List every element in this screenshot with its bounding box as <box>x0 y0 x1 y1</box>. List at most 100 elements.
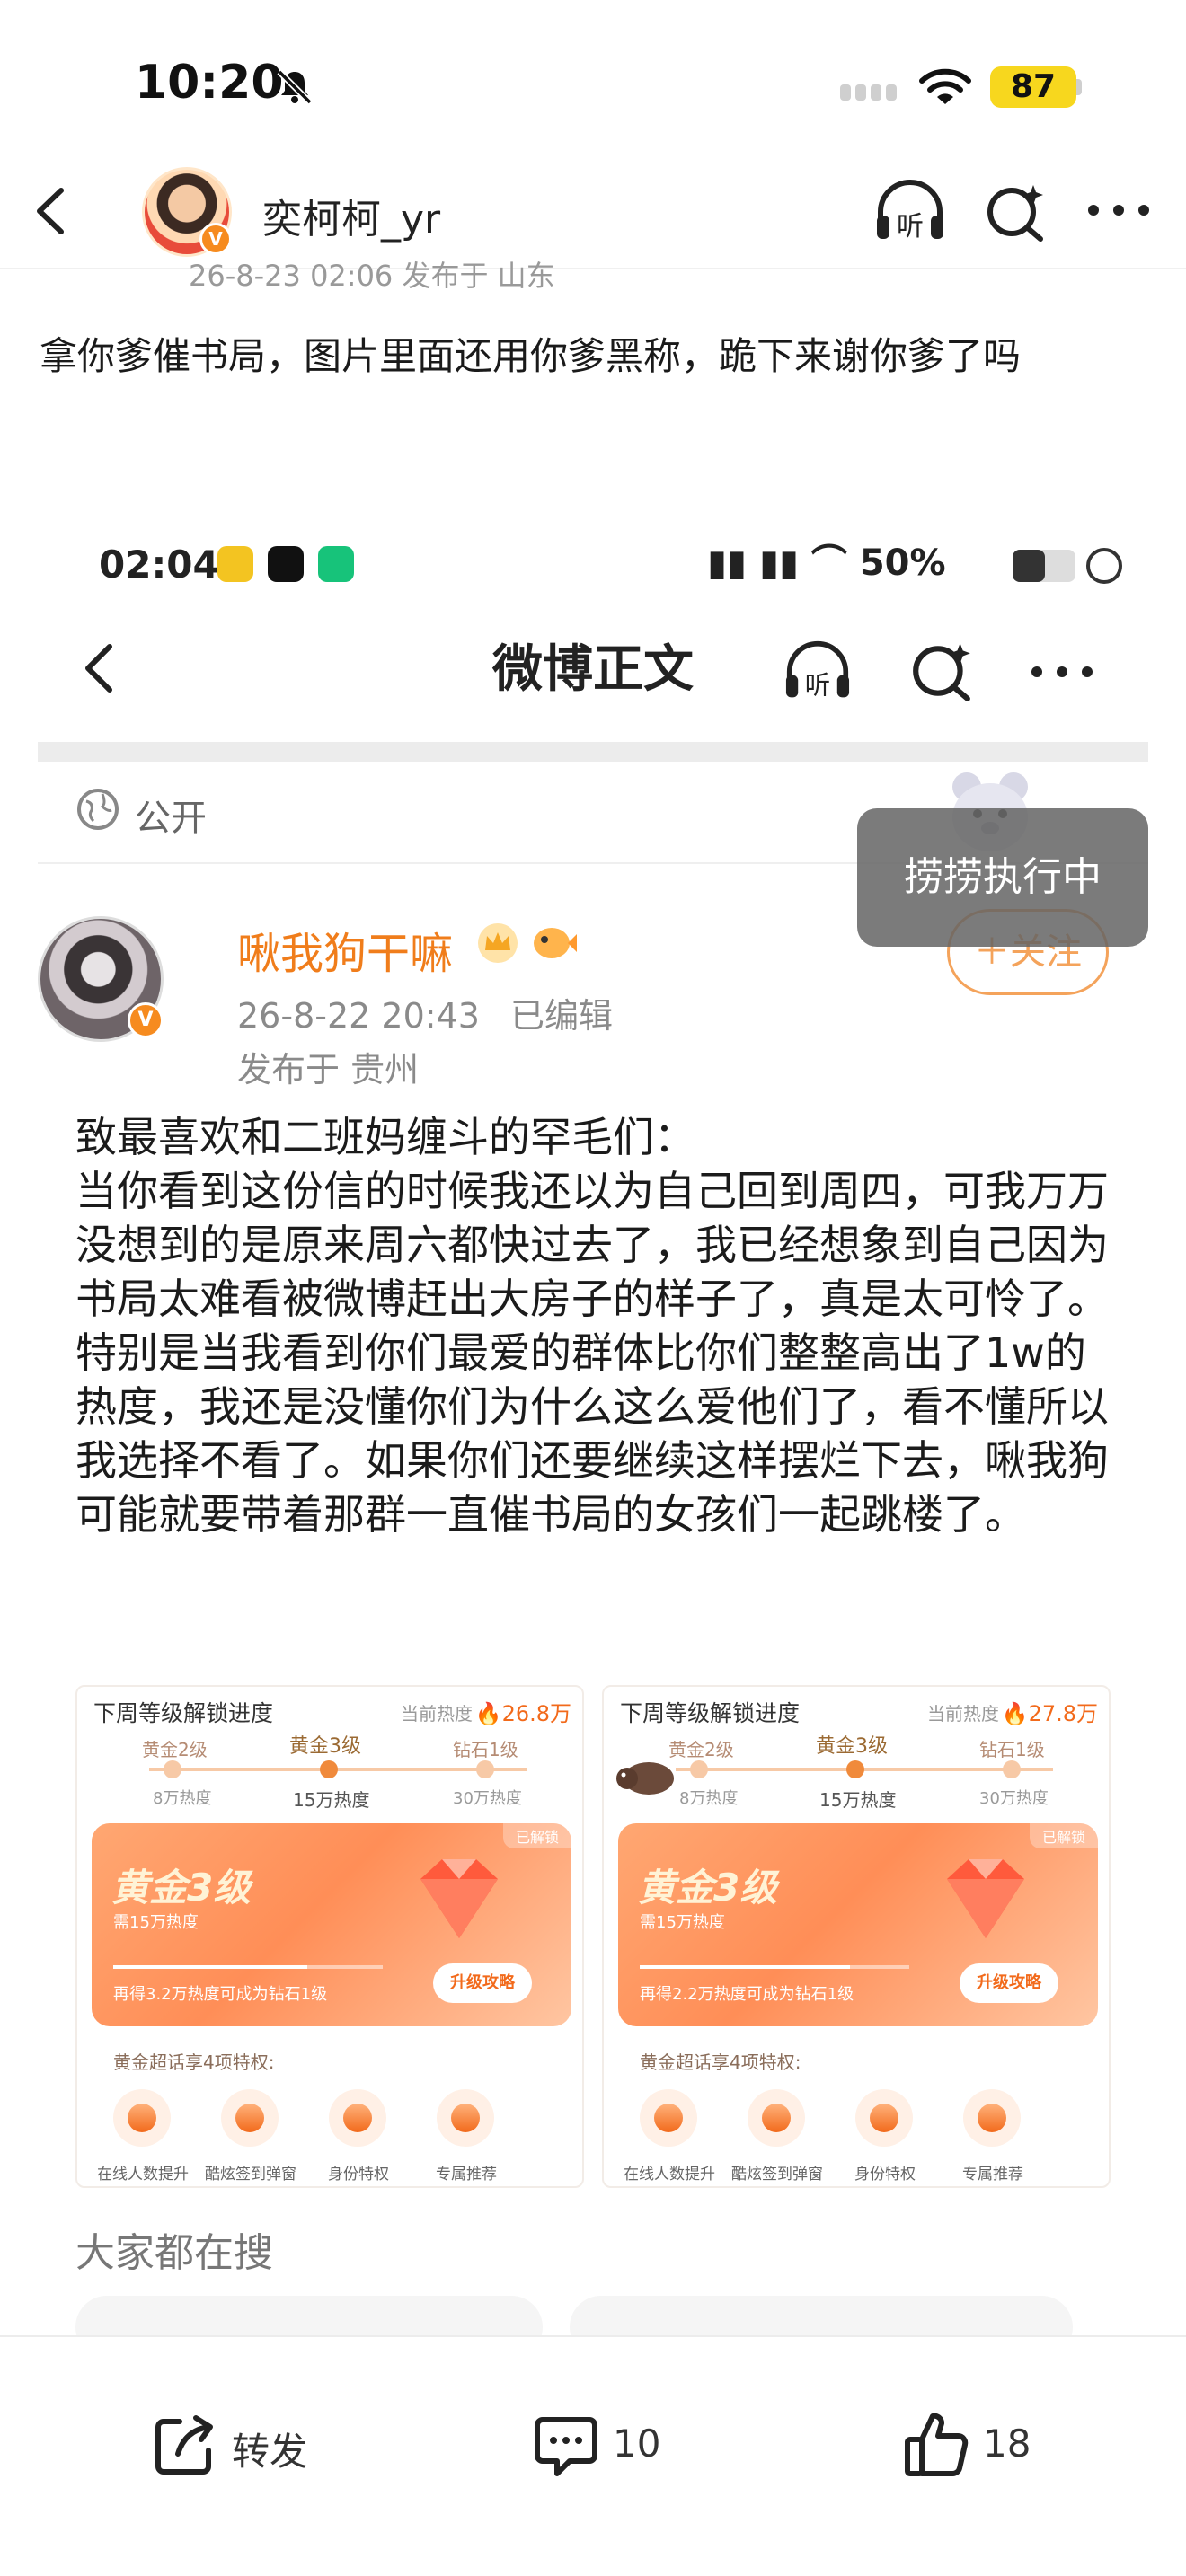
repost-icon <box>155 2415 213 2475</box>
tier-label: 钻石1级 <box>453 1739 518 1760</box>
like-count: 18 <box>983 2422 1031 2466</box>
card-title: 下周等级解锁进度 <box>93 1700 274 1726</box>
level-name: 黄金3级 <box>638 1866 778 1910</box>
level-requirement: 需15万热度 <box>113 1913 199 1932</box>
tier-label: 黄金3级 <box>289 1735 361 1758</box>
tier-node <box>1003 1760 1021 1778</box>
card-heat-value: 🔥27.8万 <box>1001 1701 1098 1726</box>
tier-label: 黄金2级 <box>668 1739 734 1760</box>
svg-text:听: 听 <box>897 211 924 243</box>
repost-label: 转发 <box>232 2430 308 2474</box>
bell-off-icon <box>277 69 313 105</box>
toast-message: 捞捞执行中 <box>857 808 1148 947</box>
perk-label: 身份特权 <box>854 2166 916 2183</box>
tier-req: 15万热度 <box>819 1789 897 1811</box>
svg-text:▮▮ ▮▮ ⌒ 50%: ▮▮ ▮▮ ⌒ 50% <box>707 543 946 584</box>
svg-text:听: 听 <box>805 671 830 701</box>
screenshot-separator <box>38 742 1148 762</box>
perk-title: 黄金超话享4项特权: <box>640 2051 801 2073</box>
wifi-icon <box>919 68 971 104</box>
diamond-gem-icon <box>420 1859 498 1938</box>
visibility-label: 公开 <box>135 798 207 839</box>
perk-label: 酷炫签到弹窗 <box>731 2166 823 2183</box>
tier-node-current <box>320 1760 338 1778</box>
verified-badge-icon: V <box>199 223 232 255</box>
comment-icon <box>535 2417 597 2476</box>
back-arrow-icon[interactable] <box>23 180 77 243</box>
more-options-icon[interactable] <box>1083 192 1155 228</box>
unlocked-tag: 已解锁 <box>1029 1823 1098 1848</box>
post-location: 发布于 贵州 <box>237 1050 420 1090</box>
trending-search-chip <box>570 2296 1073 2335</box>
top-nav-bar: V 奕柯柯_yr 听 <box>0 153 1186 269</box>
perk-identity-icon <box>329 2089 386 2147</box>
tier-track <box>676 1768 1053 1771</box>
screenshot-back-icon <box>85 644 112 693</box>
search-icon[interactable] <box>983 181 1048 244</box>
perk-identity-icon <box>855 2089 913 2147</box>
signal-icon <box>840 84 897 101</box>
post-text: 拿你爹催书局，图片里面还用你爹黑称，跪下来谢你爹了吗 <box>40 334 1022 378</box>
thumbs-up-icon <box>905 2413 969 2476</box>
post-edited-label: 已编辑 <box>510 996 614 1036</box>
progress-fill <box>640 1965 850 1969</box>
globe-icon <box>77 789 119 830</box>
perk-checkin-icon <box>748 2089 805 2147</box>
upgrade-guide-button: 升级攻略 <box>960 1963 1058 2003</box>
trending-search-chip <box>75 2296 543 2335</box>
screenshot-search-icon <box>913 643 970 701</box>
level-requirement: 需15万热度 <box>640 1913 725 1932</box>
bottom-action-bar: 转发 10 18 <box>0 2335 1186 2576</box>
progress-bar <box>113 1965 383 1969</box>
level-card-1: 下周等级解锁进度 当前热度 🔥26.8万 黄金2级 黄金3级 钻石1级 8万热度… <box>75 1685 584 2188</box>
repost-button[interactable]: 转发 <box>149 2405 365 2486</box>
screenshot-page-title: 微博正文 <box>492 640 694 699</box>
tier-node <box>476 1760 494 1778</box>
screenshot-status-icons: ▮▮ ▮▮ ⌒ 50% <box>707 543 1122 584</box>
card-heat-value: 🔥26.8万 <box>474 1701 571 1726</box>
unlocked-tag: 已解锁 <box>502 1823 571 1848</box>
comment-count: 10 <box>613 2422 661 2466</box>
post-date: 26-8-22 20:43 已编辑 <box>237 988 613 1037</box>
tiktok-app-icon <box>268 546 304 582</box>
level-name: 黄金3级 <box>111 1866 252 1910</box>
tier-req: 15万热度 <box>293 1789 370 1811</box>
tier-node-current <box>846 1760 864 1778</box>
battery-tip <box>1076 79 1082 95</box>
progress-fill <box>113 1965 307 1969</box>
progress-text: 再得3.2万热度可成为钻石1级 <box>113 1985 328 2004</box>
tier-req: 8万热度 <box>679 1789 739 1808</box>
comment-button[interactable]: 10 <box>530 2405 710 2486</box>
perk-online-icon <box>113 2089 171 2147</box>
status-bar: 10:20 87 <box>0 0 1186 153</box>
diamond-gem-icon <box>947 1859 1024 1938</box>
perk-checkin-icon <box>221 2089 279 2147</box>
perk-label: 身份特权 <box>328 2166 389 2183</box>
perk-label: 在线人数提升 <box>97 2166 189 2183</box>
card-heat-label: 当前热度 <box>401 1703 473 1725</box>
tier-label: 黄金3级 <box>816 1735 888 1758</box>
tier-label: 钻石1级 <box>979 1739 1045 1760</box>
post-date-value: 26-8-22 20:43 <box>237 996 480 1036</box>
trending-search-title: 大家都在搜 <box>75 2230 273 2276</box>
perk-recommend-icon <box>437 2089 494 2147</box>
perk-label: 在线人数提升 <box>624 2166 715 2183</box>
header-username[interactable]: 奕柯柯_yr <box>262 187 440 244</box>
progress-text: 再得2.2万热度可成为钻石1级 <box>640 1985 854 2004</box>
perk-title: 黄金超话享4项特权: <box>113 2051 275 2073</box>
embedded-screenshot[interactable]: 02:04 ▮▮ ▮▮ ⌒ 50% 微博正文 听 公开 V 啾我狗干嘛 26-8… <box>38 503 1148 2335</box>
level-panel: 已解锁 黄金3级 需15万热度 再得3.2万热度可成为钻石1级 升级攻略 <box>92 1823 571 2026</box>
listen-headphones-icon[interactable]: 听 <box>872 178 949 246</box>
like-button[interactable]: 18 <box>900 2405 1080 2486</box>
upgrade-guide-button: 升级攻略 <box>433 1963 532 2003</box>
post-body-text: 致最喜欢和二班妈缠斗的罕毛们： 当你看到这份信的时候我还以为自己回到周四，可我万… <box>75 1113 1109 1539</box>
tier-req: 30万热度 <box>979 1789 1049 1808</box>
perk-label: 酷炫签到弹窗 <box>205 2166 296 2183</box>
screenshot-listen-icon: 听 <box>785 640 850 701</box>
tier-track <box>149 1768 527 1771</box>
post-meta-peek: 26-8-23 02:06 发布于 山东 <box>189 259 555 293</box>
perk-label: 专属推荐 <box>962 2166 1023 2183</box>
author-verified-icon: V <box>128 1002 164 1038</box>
tier-label: 黄金2级 <box>142 1739 208 1760</box>
battery-level: 87 <box>990 66 1076 108</box>
